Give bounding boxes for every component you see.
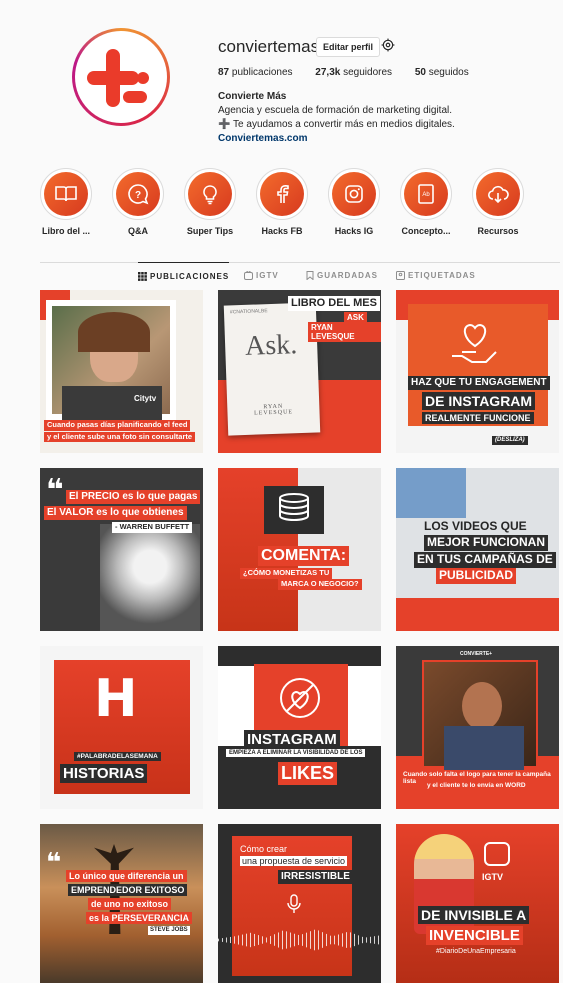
highlight-concepto[interactable]: Ab Concepto...	[396, 168, 456, 236]
igtv-icon	[244, 271, 253, 280]
post-thumbnail[interactable]: HAZ QUE TU ENGAGEMENT DE INSTAGRAM REALM…	[396, 290, 559, 453]
post-thumbnail[interactable]: COMENTA: ¿CÓMO MONETIZAS TU MARCA O NEGO…	[218, 468, 381, 631]
lightbulb-icon	[203, 185, 217, 205]
post-title: LIBRO DEL MES	[288, 296, 380, 311]
profile-header: conviertemas Editar perfil 87 publicacio…	[0, 0, 563, 160]
post-thumbnail[interactable]: CONVIERTE+ Cuando solo falta el logo par…	[396, 646, 559, 809]
instagram-icon	[345, 185, 363, 203]
heart-hand-icon	[452, 323, 497, 363]
highlight-qa[interactable]: ? Q&A	[108, 168, 168, 236]
post-watermark: Citytv	[134, 394, 157, 403]
post-photo	[100, 524, 200, 631]
post-photo	[46, 300, 176, 426]
edit-profile-button[interactable]: Editar perfil	[316, 37, 381, 57]
bio-line: Agencia y escuela de formación de market…	[218, 105, 453, 116]
highlight-recursos[interactable]: Recursos	[468, 168, 528, 236]
book-cover: #CNATIONALBE Ask. RYAN LEVESQUE	[223, 302, 321, 436]
highlight-label: Hacks IG	[334, 226, 374, 236]
svg-text:?: ?	[135, 190, 141, 201]
quote-mark-icon: ❝	[46, 847, 62, 877]
post-thumbnail[interactable]: LOS VIDEOS QUE MEJOR FUNCIONAN EN TUS CA…	[396, 468, 559, 631]
profile-avatar[interactable]	[72, 28, 170, 126]
profile-bio: Convierte Más Agencia y escuela de forma…	[218, 90, 518, 146]
highlight-super-tips[interactable]: Super Tips	[180, 168, 240, 236]
post-caption-line: y el cliente sube una foto sin consultar…	[44, 431, 196, 443]
profile-full-name: Convierte Más	[218, 91, 287, 102]
facebook-icon	[277, 184, 289, 203]
story-highlights: Libro del ... ? Q&A Super Tips Hacks FB …	[40, 168, 550, 238]
book-icon	[55, 186, 77, 202]
tag-icon	[396, 271, 405, 280]
followers-stat[interactable]: 27,3k seguidores	[315, 67, 392, 78]
highlight-label: Libro del ...	[41, 226, 90, 236]
post-thumbnail[interactable]: ❝ El PRECIO es lo que pagas El VALOR es …	[40, 468, 203, 631]
tab-igtv[interactable]: IGTV	[244, 271, 279, 280]
bio-line: ➕ Te ayudamos a convertir más en medios …	[218, 119, 455, 130]
svg-text:Ab: Ab	[422, 192, 430, 198]
post-thumbnail[interactable]: ❝ Lo único que diferencia un EMPRENDEDOR…	[40, 824, 203, 983]
post-thumbnail[interactable]: INSTAGRAM EMPIEZA A ELIMINAR LA VISIBILI…	[218, 646, 381, 809]
profile-page: conviertemas Editar perfil 87 publicacio…	[0, 0, 563, 983]
profile-tabs: PUBLICACIONES IGTV GUARDADAS ETIQUETADAS	[40, 262, 560, 286]
highlight-label: Super Tips	[186, 226, 234, 236]
highlight-label: Recursos	[477, 226, 519, 236]
grid-icon	[138, 272, 147, 281]
adobe-file-icon: Ab	[418, 184, 434, 204]
tab-guardadas[interactable]: GUARDADAS	[306, 271, 378, 280]
bio-website-link[interactable]: Conviertemas.com	[218, 133, 307, 144]
profile-username: conviertemas	[218, 37, 320, 56]
posts-stat[interactable]: 87 publicaciones	[218, 67, 293, 78]
post-caption-line: Cuando pasas días planificando el feed	[44, 420, 191, 431]
highlight-hacks-ig[interactable]: Hacks IG	[324, 168, 384, 236]
post-photo	[422, 660, 538, 770]
highlight-label: Q&A	[128, 226, 148, 236]
coins-icon	[279, 493, 309, 522]
question-bubble-icon: ?	[128, 184, 149, 205]
quote-mark-icon: ❝	[46, 474, 64, 507]
cloud-download-icon	[488, 185, 509, 204]
bookmark-icon	[306, 271, 314, 280]
highlight-label: Hacks FB	[261, 226, 303, 236]
posts-grid: Citytv Cuando pasas días planificando el…	[40, 290, 560, 983]
profile-stats: 87 publicaciones 27,3k seguidores 50 seg…	[218, 67, 489, 78]
igtv-logo-icon	[484, 842, 510, 866]
post-thumbnail[interactable]: Cómo crear una propuesta de servicio IRR…	[218, 824, 381, 983]
tab-etiquetadas[interactable]: ETIQUETADAS	[396, 271, 476, 280]
settings-gear-icon[interactable]	[381, 38, 395, 52]
broken-heart-icon	[280, 678, 320, 718]
post-thumbnail[interactable]: IGTV DE INVISIBLE A INVENCIBLE #DiarioDe…	[396, 824, 559, 983]
post-thumbnail[interactable]: Citytv Cuando pasas días planificando el…	[40, 290, 203, 453]
tab-publicaciones[interactable]: PUBLICACIONES	[138, 262, 230, 281]
post-thumbnail[interactable]: #CNATIONALBE Ask. RYAN LEVESQUE LIBRO DEL…	[218, 290, 381, 453]
highlight-label: Concepto...	[401, 226, 451, 236]
microphone-icon	[287, 894, 301, 913]
post-thumbnail[interactable]: H #PALABRADELASEMANA HISTORIAS	[40, 646, 203, 809]
highlight-hacks-fb[interactable]: Hacks FB	[252, 168, 312, 236]
brand-logo-icon	[75, 31, 167, 123]
following-stat[interactable]: 50 seguidos	[415, 67, 469, 78]
highlight-libro[interactable]: Libro del ...	[36, 168, 96, 236]
